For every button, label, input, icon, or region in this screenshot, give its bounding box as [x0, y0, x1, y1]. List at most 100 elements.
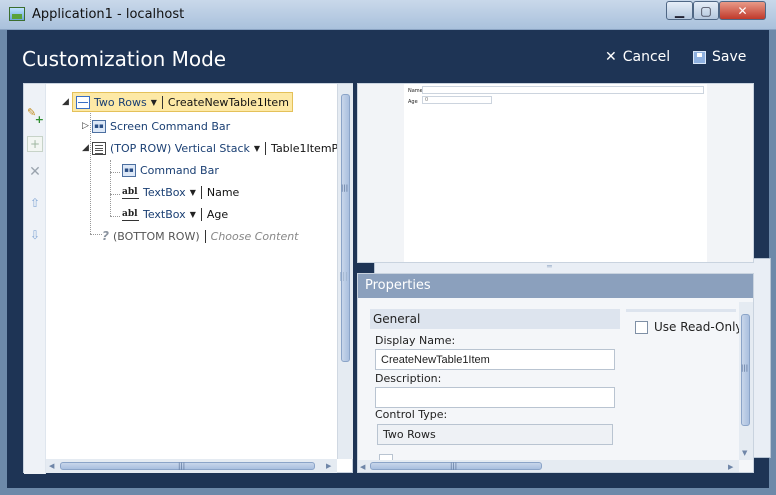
- add-item-icon[interactable]: [27, 106, 44, 126]
- grip-icon: |||: [741, 364, 749, 372]
- save-button[interactable]: Save: [693, 49, 746, 65]
- selected-node[interactable]: Two Rows ▼ CreateNewTable1Item: [72, 92, 293, 112]
- binding-label: CreateNewTable1Item: [167, 95, 289, 109]
- grip-icon: ═: [547, 262, 552, 271]
- vertical-stack-icon: [92, 141, 106, 155]
- display-name-input[interactable]: [375, 349, 615, 370]
- display-name-label: Display Name:: [375, 334, 456, 347]
- grip-icon: |||: [178, 462, 186, 470]
- description-label: Description:: [375, 372, 442, 385]
- scroll-right-icon[interactable]: ▶: [728, 463, 733, 471]
- binding-label: Table1ItemPro: [271, 141, 337, 155]
- choose-content-link[interactable]: Choose Content: [211, 230, 299, 243]
- horizontal-splitter[interactable]: ═: [357, 262, 754, 273]
- collapsed-icon[interactable]: ▷: [82, 121, 92, 131]
- control-type-label: Control Type:: [375, 408, 448, 421]
- scrollbar-thumb[interactable]: [60, 462, 315, 470]
- binding-label: Name: [206, 185, 240, 199]
- preview-age-input: 0: [422, 96, 492, 104]
- grip-icon: |||: [339, 272, 349, 282]
- expanded-icon[interactable]: ◢: [62, 97, 72, 107]
- command-bar-icon: ▪▪: [122, 163, 136, 177]
- separator: [200, 207, 202, 221]
- control-type-label: Two Rows: [94, 95, 147, 109]
- two-rows-icon: [76, 95, 90, 109]
- tree-connector: [110, 160, 111, 216]
- preview-name-input: [422, 86, 704, 94]
- binding-label: Age: [206, 207, 229, 221]
- move-up-icon[interactable]: ⇧: [27, 195, 43, 211]
- maximize-button[interactable]: ▢: [693, 1, 719, 20]
- properties-panel: Properties General Display Name: Descrip…: [357, 273, 754, 473]
- control-type-label: TextBox: [143, 207, 186, 221]
- command-bar-icon: ▪▪: [92, 119, 106, 133]
- separator: [204, 229, 206, 243]
- tree-item-top-row[interactable]: ◢ (TOP ROW) Vertical Stack ▼ Table1ItemP…: [82, 138, 337, 158]
- tree-connector: [110, 194, 120, 195]
- scroll-right-icon[interactable]: ▶: [326, 462, 331, 470]
- scroll-down-icon[interactable]: ▼: [742, 449, 747, 457]
- window-title: Application1 - localhost: [32, 7, 185, 22]
- close-button[interactable]: ✕: [719, 1, 766, 20]
- customization-frame: Customization Mode ✕ Cancel Save + ✕ ⇧ ⇩: [7, 30, 771, 488]
- tree-connector: [110, 172, 120, 173]
- vertical-splitter[interactable]: |||: [334, 83, 354, 473]
- customization-header: Customization Mode ✕ Cancel Save: [7, 30, 769, 82]
- scroll-left-icon[interactable]: ◀: [49, 462, 54, 470]
- description-input[interactable]: [375, 387, 615, 408]
- move-down-icon[interactable]: ⇩: [27, 227, 43, 243]
- tree-item-bottom-row[interactable]: ? (BOTTOM ROW) Choose Content: [102, 226, 299, 246]
- app-icon: [9, 7, 25, 21]
- group-divider: [626, 309, 736, 312]
- separator: [161, 95, 163, 109]
- screen-tree-panel: + ✕ ⇧ ⇩ ◢ Two Rows ▼ CreateNewT: [23, 83, 771, 474]
- tree-connector: [110, 216, 120, 217]
- chevron-down-icon[interactable]: ▼: [190, 188, 196, 197]
- use-read-only-label: Use Read-Only: [654, 320, 743, 334]
- scroll-left-icon[interactable]: ◀: [360, 463, 365, 471]
- separator: [200, 185, 202, 199]
- question-mark-icon: ?: [102, 229, 109, 243]
- preview-canvas: Name Age 0: [404, 84, 707, 262]
- minimize-button[interactable]: ▁: [666, 1, 693, 20]
- preview-name-label: Name: [408, 88, 423, 94]
- expanded-icon[interactable]: ◢: [82, 143, 92, 153]
- tree-item-screen-command-bar[interactable]: ▷ ▪▪ Screen Command Bar: [82, 116, 230, 136]
- page-title: Customization Mode: [22, 47, 227, 71]
- tree-horizontal-scrollbar[interactable]: ◀ ||| ▶: [46, 459, 337, 473]
- properties-vertical-scrollbar[interactable]: ||| ▼: [739, 302, 753, 460]
- control-type-label: (TOP ROW) Vertical Stack: [110, 141, 250, 155]
- screen-command-bar-label: Screen Command Bar: [110, 119, 231, 133]
- separator: [265, 141, 267, 155]
- save-label: Save: [712, 49, 747, 65]
- add-group-icon[interactable]: +: [27, 136, 43, 152]
- control-type-label: TextBox: [143, 185, 186, 199]
- textbox-icon: abl: [122, 207, 139, 221]
- tree-item-command-bar[interactable]: ▪▪ Command Bar: [122, 160, 219, 180]
- screen-preview: Name Age 0: [357, 83, 754, 263]
- delete-icon[interactable]: ✕: [27, 164, 43, 180]
- window-titlebar: Application1 - localhost ▁ ▢ ✕: [0, 0, 776, 30]
- bottom-row-label: (BOTTOM ROW): [112, 229, 200, 243]
- properties-horizontal-scrollbar[interactable]: ◀ ||| ▶: [358, 460, 739, 472]
- control-type-field: Two Rows: [377, 424, 613, 445]
- chevron-down-icon[interactable]: ▼: [254, 144, 260, 153]
- cancel-button[interactable]: ✕ Cancel: [605, 49, 670, 65]
- tree-item-textbox-name[interactable]: abl TextBox ▼ Name: [122, 182, 239, 202]
- preview-age-label: Age: [408, 99, 418, 105]
- tree-connector: [90, 234, 102, 235]
- save-icon: [693, 50, 706, 64]
- command-bar-label: Command Bar: [140, 163, 219, 177]
- tree-item-two-rows[interactable]: ◢ Two Rows ▼ CreateNewTable1Item: [62, 92, 293, 112]
- tree-item-textbox-age[interactable]: abl TextBox ▼ Age: [122, 204, 228, 224]
- use-read-only-checkbox[interactable]: [635, 320, 648, 334]
- close-icon: ✕: [605, 49, 617, 65]
- use-read-only-option[interactable]: Use Read-Only: [635, 320, 743, 334]
- cancel-label: Cancel: [622, 49, 671, 65]
- chevron-down-icon[interactable]: ▼: [190, 210, 196, 219]
- general-group-header: General: [370, 309, 620, 329]
- textbox-icon: abl: [122, 185, 139, 199]
- properties-title: Properties: [358, 274, 753, 298]
- chevron-down-icon[interactable]: ▼: [151, 98, 157, 107]
- grip-icon: |||: [450, 462, 458, 470]
